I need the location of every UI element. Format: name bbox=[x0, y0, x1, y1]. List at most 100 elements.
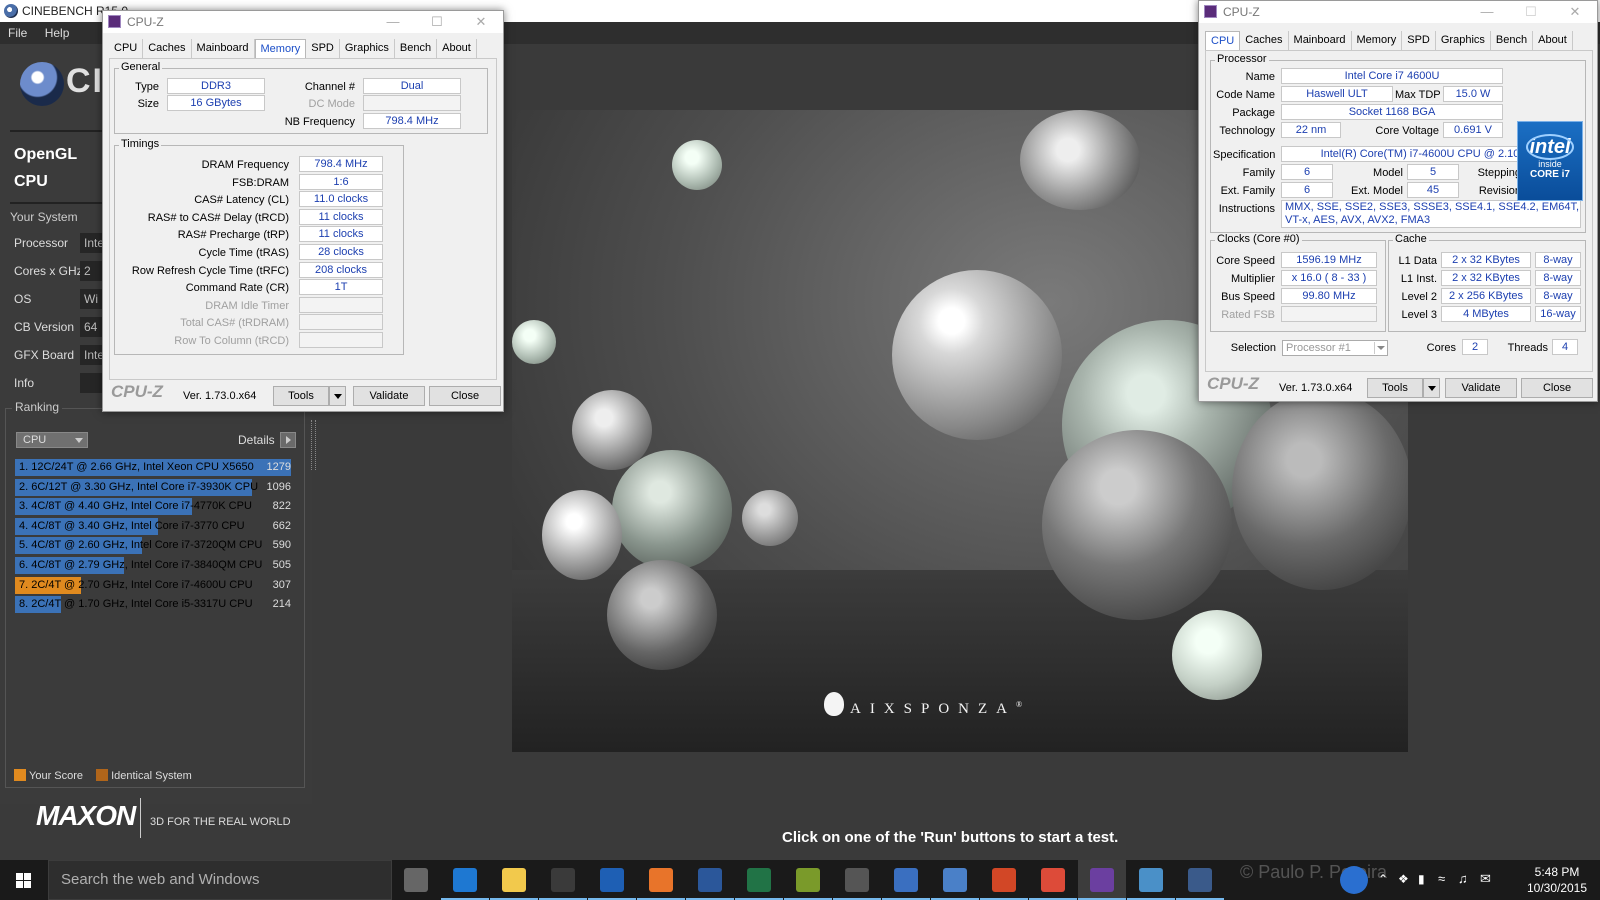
notepad-icon[interactable] bbox=[1139, 868, 1163, 892]
menu-help[interactable]: Help bbox=[45, 26, 70, 40]
notifications-icon[interactable]: ✉ bbox=[1480, 871, 1491, 887]
validate-button[interactable]: Validate bbox=[1445, 378, 1517, 398]
battery-icon[interactable]: ▮ bbox=[1418, 872, 1425, 886]
powerpoint-icon[interactable] bbox=[992, 868, 1016, 892]
tab-mainboard[interactable]: Mainboard bbox=[1289, 31, 1352, 50]
selection-label: Selection bbox=[1230, 342, 1276, 354]
start-button[interactable] bbox=[0, 860, 48, 900]
tab-memory[interactable]: Memory bbox=[254, 39, 307, 58]
close-button[interactable]: Close bbox=[1521, 378, 1593, 398]
taskbar-search-box[interactable]: Search the web and Windows bbox=[48, 860, 392, 900]
cpuz-version: Ver. 1.73.0.x64 bbox=[1279, 382, 1353, 394]
system-value-os: Wi bbox=[80, 289, 102, 309]
system-label-processor: Processor bbox=[14, 236, 69, 250]
cpuz-taskbar-icon[interactable] bbox=[1090, 868, 1114, 892]
tools-dropdown-icon[interactable] bbox=[329, 386, 346, 406]
rated-fsb-value bbox=[1281, 306, 1377, 322]
system-value-info[interactable] bbox=[80, 373, 102, 393]
details-arrow-button[interactable] bbox=[280, 432, 296, 448]
outlook-icon[interactable] bbox=[600, 868, 624, 892]
tab-bench[interactable]: Bench bbox=[1491, 31, 1534, 50]
tab-spd[interactable]: SPD bbox=[306, 39, 340, 58]
help-icon[interactable] bbox=[1340, 866, 1368, 894]
publisher-icon[interactable] bbox=[796, 868, 820, 892]
wifi-icon[interactable]: ≈ bbox=[1438, 871, 1445, 886]
tab-graphics[interactable]: Graphics bbox=[340, 39, 395, 58]
ranking-row[interactable]: 8. 2C/4T @ 1.70 GHz, Intel Core i5-3317U… bbox=[15, 596, 295, 614]
engine-cpu[interactable]: CPU bbox=[14, 173, 48, 191]
clock[interactable]: 5:48 PM 10/30/2015 bbox=[1524, 864, 1590, 896]
identical-system-swatch bbox=[96, 769, 109, 781]
timing-value bbox=[299, 332, 383, 348]
channel-label: Channel # bbox=[304, 81, 355, 93]
store-icon[interactable] bbox=[551, 868, 575, 892]
firefox-icon[interactable] bbox=[649, 868, 673, 892]
ranking-dropdown[interactable]: CPU bbox=[16, 432, 88, 448]
clocks-title: Clocks (Core #0) bbox=[1215, 233, 1302, 245]
task-view-icon[interactable] bbox=[404, 868, 428, 892]
tab-about[interactable]: About bbox=[1533, 31, 1573, 50]
timing-label: RAS# Precharge (tRP) bbox=[177, 229, 289, 242]
menu-file[interactable]: File bbox=[8, 26, 27, 40]
chevron-up-icon[interactable]: ⌃ bbox=[1378, 872, 1388, 886]
tools-dropdown-icon[interactable] bbox=[1423, 378, 1440, 398]
cinebench-taskbar-icon[interactable] bbox=[1188, 868, 1212, 892]
cpuz-memory-titlebar[interactable]: CPU-Z — ☐ ✕ bbox=[103, 11, 503, 33]
tab-caches[interactable]: Caches bbox=[143, 39, 192, 58]
ranking-row[interactable]: 2. 6C/12T @ 3.30 GHz, Intel Core i7-3930… bbox=[15, 478, 295, 496]
maximize-icon[interactable]: ☐ bbox=[415, 11, 459, 33]
ranking-row[interactable]: 6. 4C/8T @ 2.79 GHz, Intel Core i7-3840Q… bbox=[15, 557, 295, 574]
volume-icon[interactable]: ♫ bbox=[1458, 871, 1468, 886]
cache-size: 2 x 32 KBytes bbox=[1441, 252, 1531, 268]
ranking-row-label: 6. 4C/8T @ 2.79 GHz, Intel Core i7-3840Q… bbox=[19, 559, 263, 571]
tab-memory[interactable]: Memory bbox=[1352, 31, 1403, 50]
cpuz-cpu-tabs: CPU Caches Mainboard Memory SPD Graphics Bench… bbox=[1205, 31, 1573, 50]
ranking-row[interactable]: 3. 4C/8T @ 4.40 GHz, Intel Core i7-4770K… bbox=[15, 498, 295, 516]
dropbox-icon[interactable]: ❖ bbox=[1398, 872, 1409, 886]
file-explorer-icon[interactable] bbox=[502, 868, 526, 892]
registered-mark: ® bbox=[1016, 700, 1023, 709]
name-value: Intel Core i7 4600U bbox=[1281, 68, 1503, 84]
tab-cpu[interactable]: CPU bbox=[1205, 31, 1241, 50]
minimize-icon[interactable]: — bbox=[1465, 1, 1509, 23]
tools-button[interactable]: Tools bbox=[273, 386, 329, 406]
panel-resize-handle[interactable] bbox=[311, 420, 316, 470]
tab-cpu[interactable]: CPU bbox=[109, 39, 144, 58]
remote-desktop-icon[interactable] bbox=[894, 868, 918, 892]
tab-mainboard[interactable]: Mainboard bbox=[192, 39, 255, 58]
processor-select[interactable]: Processor #1 bbox=[1282, 340, 1388, 356]
tab-caches[interactable]: Caches bbox=[1240, 31, 1289, 50]
ext-family-label: Ext. Family bbox=[1220, 185, 1275, 197]
tab-spd[interactable]: SPD bbox=[1402, 31, 1436, 50]
windows-logo-icon bbox=[16, 873, 32, 888]
close-button[interactable]: Close bbox=[429, 386, 501, 406]
tools-button[interactable]: Tools bbox=[1367, 378, 1423, 398]
edge-icon[interactable] bbox=[453, 868, 477, 892]
tab-bench[interactable]: Bench bbox=[395, 39, 438, 58]
tab-graphics[interactable]: Graphics bbox=[1436, 31, 1491, 50]
engine-opengl[interactable]: OpenGL bbox=[14, 146, 77, 164]
ranking-row[interactable]: 7. 2C/4T @ 2.70 GHz, Intel Core i7-4600U… bbox=[15, 576, 295, 594]
maximize-icon[interactable]: ☐ bbox=[1509, 1, 1553, 23]
render-sphere bbox=[572, 390, 652, 470]
network-icon[interactable] bbox=[943, 868, 967, 892]
ranking-row-score: 505 bbox=[272, 559, 291, 571]
validate-button[interactable]: Validate bbox=[353, 386, 425, 406]
cores-label: Cores bbox=[1426, 342, 1456, 354]
close-icon[interactable]: ✕ bbox=[1553, 1, 1597, 23]
ranking-row[interactable]: 4. 4C/8T @ 3.40 GHz, Intel Core i7-3770 … bbox=[15, 517, 295, 535]
word-icon[interactable] bbox=[698, 868, 722, 892]
tab-about[interactable]: About bbox=[437, 39, 477, 58]
core-voltage-label: Core Voltage bbox=[1375, 125, 1439, 137]
system-label-gfx: GFX Board bbox=[14, 348, 75, 362]
timing-label: Row Refresh Cycle Time (tRFC) bbox=[131, 264, 289, 277]
chrome-icon[interactable] bbox=[1041, 868, 1065, 892]
minimize-icon[interactable]: — bbox=[371, 11, 415, 33]
excel-icon[interactable] bbox=[747, 868, 771, 892]
close-icon[interactable]: ✕ bbox=[459, 11, 503, 33]
cpuz-cpu-titlebar[interactable]: CPU-Z — ☐ ✕ bbox=[1199, 1, 1597, 23]
max-tdp-label: Max TDP bbox=[1395, 89, 1441, 101]
ranking-row[interactable]: 5. 4C/8T @ 2.60 GHz, Intel Core i7-3720Q… bbox=[15, 537, 295, 555]
ranking-row[interactable]: 1. 12C/24T @ 2.66 GHz, Intel Xeon CPU X5… bbox=[15, 459, 295, 476]
calculator-icon[interactable] bbox=[845, 868, 869, 892]
